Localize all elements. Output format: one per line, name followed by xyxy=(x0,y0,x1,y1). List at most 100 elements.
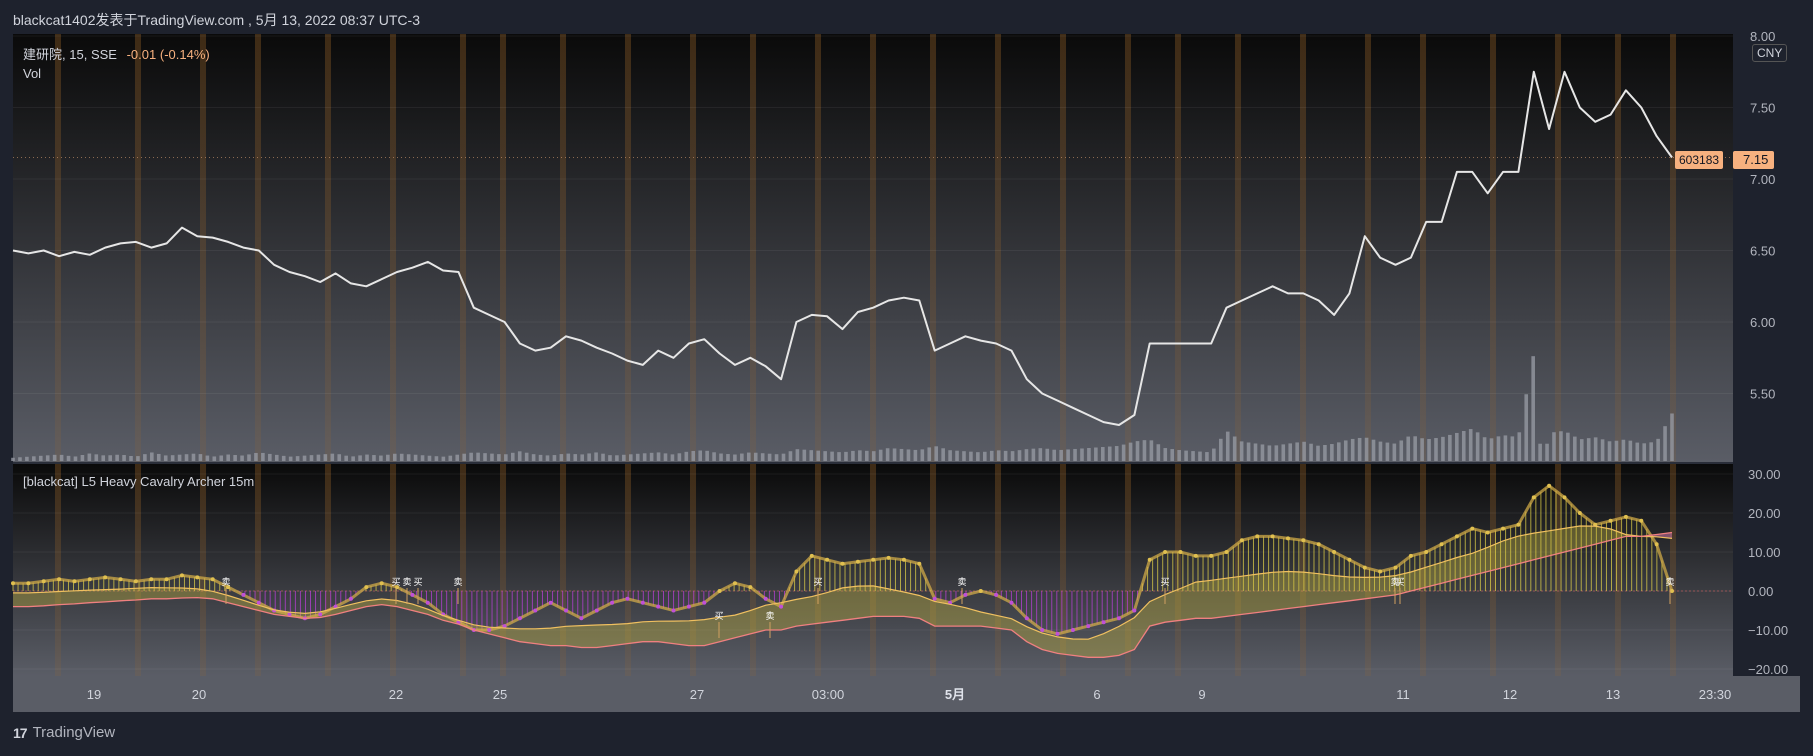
osc-fast-dot xyxy=(1408,553,1413,558)
volume-bar xyxy=(163,455,168,461)
osc-fast-dot xyxy=(763,596,768,601)
volume-bar xyxy=(399,453,404,461)
volume-bar xyxy=(379,455,383,461)
volume-bar xyxy=(1274,445,1279,461)
osc-fast-dot xyxy=(41,579,46,584)
volume-bar xyxy=(295,456,300,461)
session-band xyxy=(200,464,206,676)
indicator-axis-bg[interactable] xyxy=(1733,464,1800,676)
volume-bar xyxy=(1392,443,1397,461)
session-band xyxy=(255,464,261,676)
volume-bar xyxy=(1468,429,1473,461)
volume-bar xyxy=(753,452,758,461)
volume-bar xyxy=(1191,451,1195,461)
volume-bar xyxy=(656,452,661,461)
volume-bar xyxy=(1586,438,1591,461)
volume-bar xyxy=(955,450,959,461)
volume-bar xyxy=(177,454,182,461)
session-band xyxy=(690,34,696,462)
osc-fast-dot xyxy=(1424,550,1429,554)
signal-label: 卖 xyxy=(957,577,966,587)
volume-bar xyxy=(490,453,494,461)
osc-fast-dot xyxy=(425,600,430,605)
volume-bar xyxy=(281,455,286,461)
session-band xyxy=(390,464,396,676)
volume-bar xyxy=(1232,436,1237,461)
volume-bar xyxy=(760,453,765,461)
osc-fast-dot xyxy=(149,577,154,582)
volume-bar xyxy=(830,451,834,461)
volume-bar xyxy=(413,454,418,461)
session-band xyxy=(325,464,331,676)
volume-bar xyxy=(1455,432,1459,461)
volume-bar xyxy=(767,453,772,461)
volume-bar xyxy=(1524,394,1529,461)
tradingview-logo-icon: 17 xyxy=(13,724,28,741)
vol-legend[interactable]: Vol xyxy=(23,66,41,81)
signal-label: 买 xyxy=(813,577,822,587)
volume-bar xyxy=(1288,443,1293,461)
symbol-name[interactable]: 建研院 xyxy=(23,47,62,62)
symbol-interval: 15 xyxy=(69,47,84,62)
time-axis-bg[interactable] xyxy=(13,676,1800,712)
osc-tick-label: −10.00 xyxy=(1748,623,1788,638)
osc-fast-dot xyxy=(533,608,538,613)
osc-fast-dot xyxy=(1285,536,1290,541)
volume-bar xyxy=(1149,440,1154,461)
volume-bar xyxy=(143,454,147,461)
volume-bar xyxy=(497,454,501,461)
osc-fast-dot xyxy=(241,592,246,597)
volume-bar xyxy=(184,454,189,461)
volume-bar xyxy=(1531,356,1535,461)
volume-bar xyxy=(1350,438,1355,461)
volume-bar xyxy=(1364,437,1369,461)
osc-fast-dot xyxy=(1101,620,1106,625)
volume-bar xyxy=(372,455,376,461)
volume-bar xyxy=(1573,436,1577,461)
osc-fast-dot xyxy=(1040,628,1045,632)
session-band xyxy=(815,34,821,462)
volume-bar xyxy=(309,455,314,461)
tradingview-branding[interactable]: 17 TradingView xyxy=(13,724,115,741)
price-change-pct: (-0.14%) xyxy=(159,47,210,62)
session-band xyxy=(1300,34,1306,462)
volume-bar xyxy=(330,453,335,461)
volume-bar xyxy=(1406,436,1411,461)
volume-bar xyxy=(1163,448,1168,461)
volume-bar xyxy=(365,454,369,461)
volume-bar xyxy=(32,456,36,461)
volume-bar xyxy=(1420,438,1424,461)
volume-bar xyxy=(1253,443,1258,461)
currency-label[interactable]: CNY xyxy=(1752,44,1788,62)
volume-bar xyxy=(1343,440,1348,461)
volume-bar xyxy=(531,454,536,461)
indicator-title[interactable]: [blackcat] L5 Heavy Cavalry Archer 15m xyxy=(23,474,254,489)
volume-bar xyxy=(927,447,932,461)
volume-bar xyxy=(594,452,598,461)
signal-label: 买 xyxy=(391,577,400,587)
osc-fast-dot xyxy=(1193,553,1198,558)
time-tick-label: 13 xyxy=(1606,687,1620,702)
signal-label: 卖 xyxy=(1390,577,1399,587)
volume-bar xyxy=(1045,448,1050,461)
volume-bar xyxy=(1337,442,1341,461)
volume-bar xyxy=(1114,446,1119,461)
volume-bar xyxy=(1656,438,1660,461)
osc-fast-dot xyxy=(1623,514,1628,519)
volume-bar xyxy=(1323,445,1327,461)
session-band xyxy=(390,34,396,462)
publish-date: 5月 13, 2022 08:37 UTC-3 xyxy=(255,12,420,28)
volume-bar xyxy=(115,454,119,461)
volume-bar xyxy=(455,454,460,461)
osc-fast-dot xyxy=(840,561,845,566)
volume-bar xyxy=(323,454,328,461)
osc-fast-dot xyxy=(57,577,62,582)
volume-bar xyxy=(1559,431,1563,461)
volume-bar xyxy=(1205,452,1209,461)
volume-bar xyxy=(406,454,411,461)
volume-bar xyxy=(1670,413,1674,461)
symbol-exchange: SSE xyxy=(90,47,117,62)
volume-bar xyxy=(212,456,217,461)
osc-fast-dot xyxy=(1055,631,1060,636)
volume-bar xyxy=(288,456,293,461)
